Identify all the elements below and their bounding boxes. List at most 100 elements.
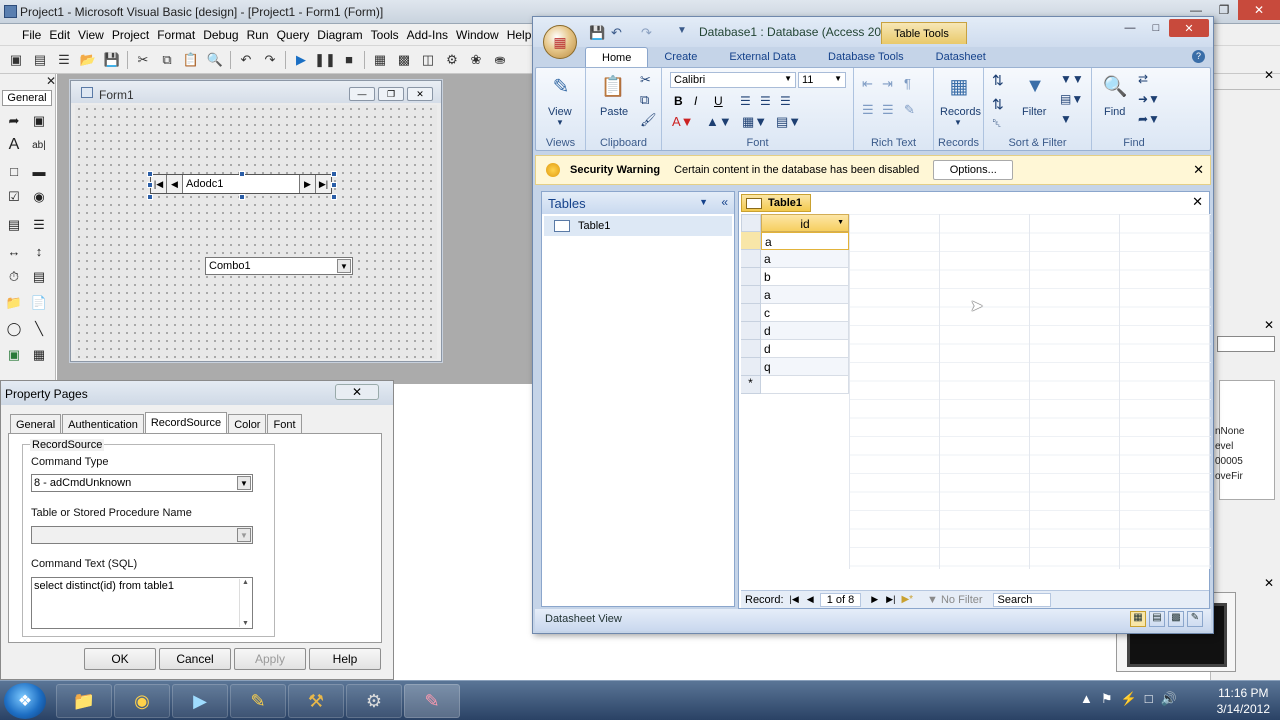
decrease-indent-icon[interactable]: ⇤	[862, 76, 873, 92]
tools-taskbar-icon[interactable]: ⚒	[288, 684, 344, 718]
shape-tool-icon[interactable]: ◯	[3, 318, 25, 340]
cut-icon[interactable]: ✂	[640, 72, 651, 88]
search-box[interactable]: Search	[992, 592, 1052, 607]
tab-database-tools[interactable]: Database Tools	[812, 47, 920, 67]
table-row[interactable]: d	[761, 322, 849, 340]
add-form-icon[interactable]: ▤	[30, 50, 50, 70]
maximize-icon[interactable]: □	[1143, 19, 1169, 37]
record-position-input[interactable]: 1 of 8	[819, 592, 862, 607]
next-record-icon[interactable]: ▶	[871, 594, 878, 605]
new-record-icon[interactable]: ▶*	[901, 594, 913, 605]
gridlines-icon[interactable]: ▦▼	[742, 114, 767, 130]
increase-indent-icon[interactable]: ⇥	[882, 76, 893, 92]
apply-button[interactable]: Apply	[234, 648, 306, 670]
menu-help[interactable]: Help	[503, 28, 536, 42]
row-selector[interactable]	[741, 250, 761, 268]
menu-file[interactable]: File	[0, 28, 45, 42]
pointer-icon[interactable]: ➦	[3, 110, 25, 132]
save-icon[interactable]: 💾	[589, 25, 605, 41]
paragraph-icon[interactable]: ¶	[904, 76, 911, 91]
menu-diagram[interactable]: Diagram	[313, 28, 366, 42]
explorer-taskbar-icon[interactable]: 📁	[56, 684, 112, 718]
image-tool-icon[interactable]: ▣	[3, 344, 25, 366]
view-icon[interactable]: ✎	[544, 72, 578, 100]
select-icon[interactable]: ➦▼	[1138, 112, 1160, 126]
menu-query[interactable]: Query	[273, 28, 314, 42]
tab-general[interactable]: General	[10, 414, 62, 434]
move-next-icon[interactable]: ▶	[299, 175, 315, 193]
tab-external-data[interactable]: External Data	[713, 47, 812, 67]
selection-handle[interactable]	[331, 182, 337, 188]
cancel-button[interactable]: Cancel	[159, 648, 231, 670]
row-selector[interactable]	[741, 232, 761, 250]
clear-sort-icon[interactable]: ␡	[992, 116, 1002, 131]
chevron-down-icon[interactable]: ▼	[237, 528, 251, 542]
collapse-pane-icon[interactable]: «	[721, 195, 728, 209]
row-selector[interactable]	[741, 322, 761, 340]
network-icon[interactable]: □	[1145, 691, 1153, 707]
menu-editor-icon[interactable]: ☰	[54, 50, 74, 70]
row-selector[interactable]	[741, 268, 761, 286]
close-icon[interactable]: ✕	[1169, 19, 1209, 37]
redo-icon[interactable]: ↷	[260, 50, 280, 70]
open-icon[interactable]: 📂	[78, 50, 98, 70]
paste-button[interactable]: Paste	[600, 106, 628, 118]
pivottable-view-icon[interactable]: ▤	[1149, 611, 1165, 627]
data-view-icon[interactable]: ⛂	[490, 50, 510, 70]
table-row[interactable]: q	[761, 358, 849, 376]
toolbox-header[interactable]: General	[2, 90, 52, 106]
tab-create[interactable]: Create	[648, 47, 713, 67]
menu-run[interactable]: Run	[243, 28, 273, 42]
copy-icon[interactable]: ⧉	[157, 50, 177, 70]
sort-descending-icon[interactable]: ⇅	[992, 96, 1004, 113]
selection-handle[interactable]	[239, 171, 245, 177]
listbox-tool-icon[interactable]: ☰	[28, 214, 50, 236]
undo-icon[interactable]: ↶	[611, 25, 622, 41]
run-icon[interactable]: ▶	[291, 50, 311, 70]
close-icon[interactable]: ✕	[407, 87, 433, 101]
table-row[interactable]: d	[761, 340, 849, 358]
records-icon[interactable]: ▦	[942, 72, 976, 100]
textbox-tool-icon[interactable]: ab|	[28, 134, 50, 156]
scrollbar[interactable]: ▲ ▼	[239, 579, 251, 627]
row-selector[interactable]	[741, 304, 761, 322]
vscroll-tool-icon[interactable]: ↕	[28, 240, 50, 262]
command-type-select[interactable]: 8 - adCmdUnknown ▼	[31, 474, 253, 492]
tab-datasheet[interactable]: Datasheet	[920, 47, 1002, 67]
chevron-down-icon[interactable]: ▼	[954, 118, 962, 127]
nav-item-table1[interactable]: Table1	[544, 216, 732, 236]
menu-format[interactable]: Format	[153, 28, 199, 42]
close-icon[interactable]: ✕	[1264, 68, 1274, 82]
add-project-icon[interactable]: ▣	[6, 50, 26, 70]
dir-list-icon[interactable]: 📁	[3, 292, 25, 314]
alternate-fill-icon[interactable]: ▤▼	[776, 114, 801, 130]
chevron-down-icon[interactable]: ▼	[834, 74, 842, 83]
selection-handle[interactable]	[239, 194, 245, 200]
table-row[interactable]: a	[761, 232, 849, 250]
font-color-icon[interactable]: A▼	[672, 114, 694, 129]
power-icon[interactable]: ⚡	[1121, 691, 1137, 707]
minimize-icon[interactable]: —	[349, 87, 375, 101]
chevron-down-icon[interactable]: ▼	[837, 219, 844, 226]
line-tool-icon[interactable]: ╲	[28, 318, 50, 340]
table-row[interactable]: a	[761, 286, 849, 304]
selection-filter-icon[interactable]: ▼▼	[1060, 72, 1084, 86]
previous-record-icon[interactable]: ◀	[807, 594, 814, 605]
checkbox-tool-icon[interactable]: ☑	[3, 186, 25, 208]
selection-handle[interactable]	[331, 171, 337, 177]
replace-icon[interactable]: ⇄	[1138, 72, 1148, 86]
menu-edit[interactable]: Edit	[45, 28, 74, 42]
cut-icon[interactable]: ✂	[133, 50, 153, 70]
column-header-id[interactable]: id ▼	[761, 214, 849, 232]
chevron-down-icon[interactable]: ▼	[556, 118, 564, 127]
menu-tools[interactable]: Tools	[367, 28, 403, 42]
toolbox-icon[interactable]: ❀	[466, 50, 486, 70]
picture-box-icon[interactable]: ▣	[28, 110, 50, 132]
menu-project[interactable]: Project	[108, 28, 153, 42]
table-row[interactable]: c	[761, 304, 849, 322]
chrome-taskbar-icon[interactable]: ◉	[114, 684, 170, 718]
chevron-down-icon[interactable]: ▼	[337, 259, 351, 273]
paint-taskbar-icon[interactable]: ✎	[230, 684, 286, 718]
numbering-icon[interactable]: ☰	[862, 102, 874, 118]
table-row[interactable]: b	[761, 268, 849, 286]
